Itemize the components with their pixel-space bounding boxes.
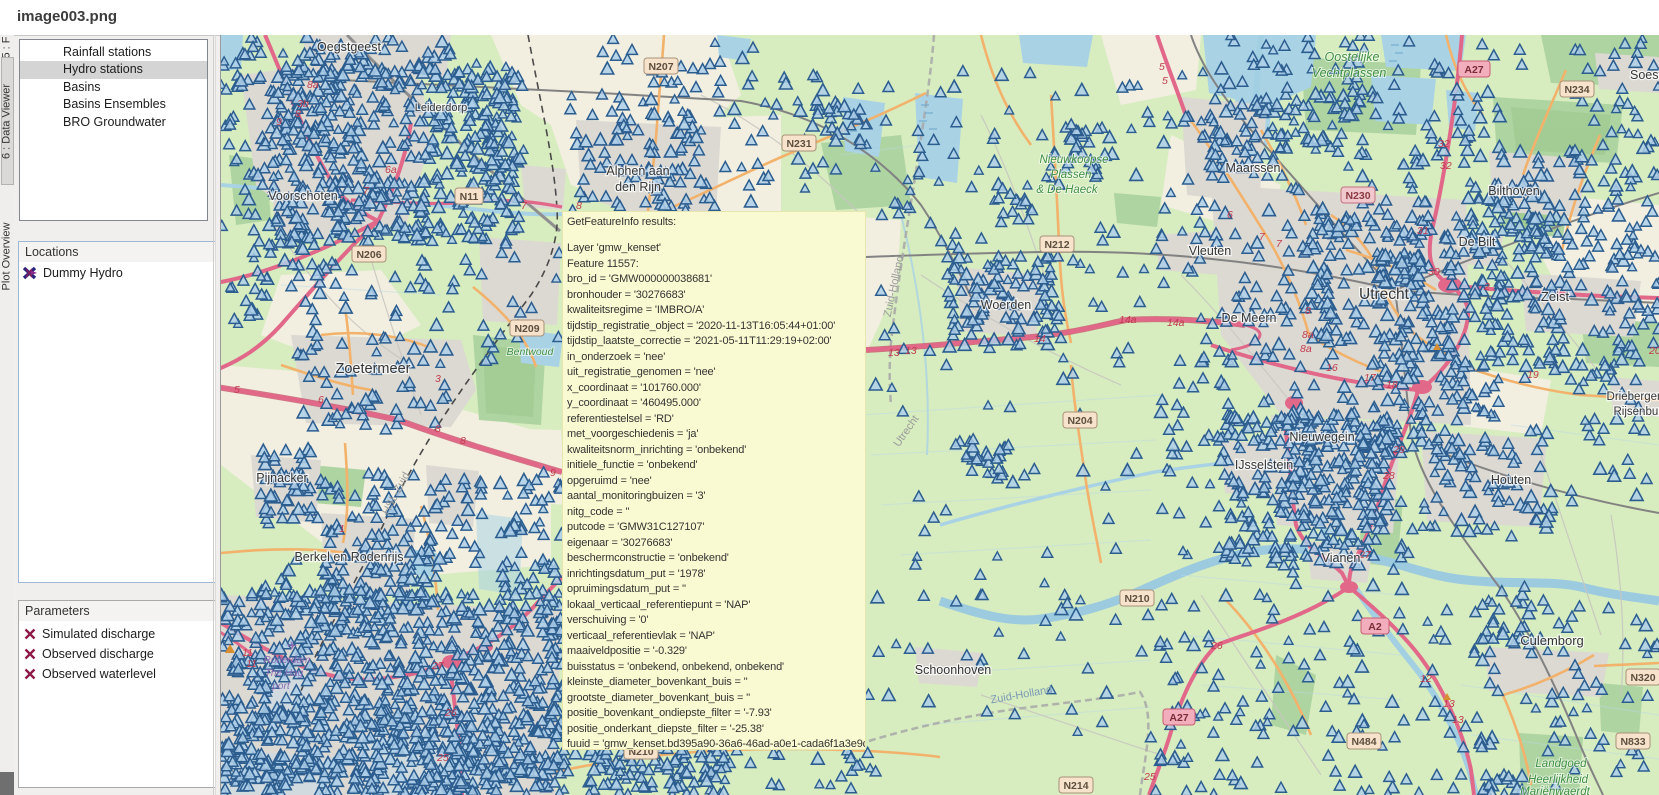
svg-text:6: 6: [1227, 209, 1233, 221]
svg-text:Heerlijkheid: Heerlijkheid: [1528, 774, 1589, 786]
svg-text:Houten: Houten: [1491, 473, 1531, 487]
svg-text:18: 18: [1386, 379, 1398, 391]
svg-text:Vechtplassen: Vechtplassen: [1312, 66, 1387, 80]
svg-text:Utrecht: Utrecht: [1359, 286, 1410, 303]
svg-text:13: 13: [905, 345, 917, 357]
svg-text:16: 16: [1326, 362, 1338, 374]
svg-text:Vleuten: Vleuten: [1189, 244, 1231, 258]
svg-text:32: 32: [1440, 160, 1452, 172]
svg-text:N204: N204: [1067, 415, 1092, 427]
svg-text:Woerden: Woerden: [981, 298, 1032, 312]
svg-text:8: 8: [295, 108, 301, 120]
svg-text:14a: 14a: [1119, 314, 1137, 326]
svg-text:5: 5: [1162, 75, 1168, 87]
svg-text:N230: N230: [1345, 190, 1370, 202]
svg-text:Zoetermeer: Zoetermeer: [336, 361, 411, 377]
svg-text:Rijsenburg: Rijsenburg: [1614, 406, 1659, 418]
svg-text:17: 17: [1364, 372, 1377, 384]
svg-text:1: 1: [339, 523, 345, 535]
svg-text:Nieuwkoopse: Nieuwkoopse: [1039, 154, 1108, 166]
svg-text:IJsselstein: IJsselstein: [1235, 458, 1293, 472]
svg-text:✈: ✈: [287, 639, 297, 653]
svg-text:31: 31: [1417, 225, 1429, 237]
svg-text:A2: A2: [1368, 621, 1382, 633]
svg-text:Alphen aan: Alphen aan: [606, 164, 669, 178]
svg-text:N209: N209: [514, 323, 539, 335]
svg-text:29: 29: [1392, 444, 1405, 456]
svg-text:N234: N234: [1564, 84, 1589, 96]
svg-text:De Bilt: De Bilt: [1459, 235, 1496, 249]
svg-text:N210: N210: [1124, 593, 1149, 605]
svg-text:Culemborg: Culemborg: [1520, 633, 1584, 648]
svg-text:12: 12: [1420, 673, 1432, 685]
svg-text:25: 25: [436, 752, 449, 764]
svg-text:N484: N484: [1351, 736, 1376, 748]
svg-text:Zeist: Zeist: [1541, 289, 1570, 304]
svg-text:N212: N212: [1044, 239, 1069, 251]
svg-text:Leiderdorp: Leiderdorp: [415, 102, 468, 114]
svg-text:Landgoed: Landgoed: [1535, 758, 1587, 770]
svg-text:Rotterdam: Rotterdam: [264, 655, 311, 666]
svg-text:2: 2: [1483, 281, 1490, 293]
svg-text:Pijnacker: Pijnacker: [256, 471, 307, 485]
svg-text:den Rijn: den Rijn: [615, 180, 661, 194]
svg-text:13: 13: [1452, 714, 1464, 726]
svg-text:De Meern: De Meern: [1222, 311, 1277, 325]
svg-text:& De Haeck: & De Haeck: [1036, 184, 1099, 196]
svg-text:A27: A27: [1464, 64, 1483, 76]
svg-text:30: 30: [1428, 266, 1440, 278]
svg-text:14a: 14a: [1167, 317, 1185, 329]
svg-text:Mariënwaerdt: Mariënwaerdt: [1520, 786, 1590, 795]
svg-text:The Hag: The Hag: [265, 668, 304, 679]
svg-text:Nieuwegein: Nieuwegein: [1289, 430, 1354, 444]
svg-text:5: 5: [234, 384, 240, 396]
svg-text:Bentwoud: Bentwoud: [507, 346, 555, 358]
svg-text:Driebergen: Driebergen: [1607, 391, 1659, 403]
svg-text:3: 3: [435, 373, 441, 385]
svg-text:Plassen: Plassen: [1051, 169, 1092, 181]
svg-text:A27: A27: [1169, 712, 1188, 724]
svg-text:5: 5: [1159, 61, 1165, 73]
svg-text:Voorschoten: Voorschoten: [268, 189, 338, 203]
svg-text:Bilthoven: Bilthoven: [1488, 184, 1539, 198]
svg-text:N214: N214: [1063, 780, 1088, 792]
svg-text:27: 27: [431, 660, 445, 672]
svg-text:8: 8: [1305, 305, 1311, 317]
svg-text:port: port: [271, 681, 290, 692]
svg-text:28: 28: [1382, 470, 1395, 482]
svg-text:19: 19: [1527, 369, 1539, 381]
svg-text:13: 13: [888, 347, 900, 359]
svg-text:Soest: Soest: [1630, 68, 1659, 82]
svg-text:Maarssen: Maarssen: [1226, 161, 1281, 175]
svg-text:11: 11: [246, 658, 257, 670]
svg-text:20: 20: [1648, 345, 1659, 357]
svg-text:Berkel en Rodenrijs: Berkel en Rodenrijs: [294, 550, 403, 564]
svg-text:6: 6: [318, 394, 324, 406]
svg-text:N207: N207: [648, 61, 673, 73]
svg-text:Vianen: Vianen: [1322, 551, 1361, 565]
svg-text:26: 26: [444, 707, 457, 719]
svg-text:N206: N206: [356, 249, 381, 261]
svg-text:26: 26: [1210, 640, 1223, 652]
svg-text:9: 9: [550, 467, 556, 479]
svg-text:N320: N320: [1630, 672, 1655, 684]
svg-text:8: 8: [435, 423, 441, 435]
svg-text:8a: 8a: [1300, 343, 1312, 355]
svg-text:Oegstgeest: Oegstgeest: [317, 40, 381, 54]
svg-text:9: 9: [276, 116, 282, 128]
svg-text:8: 8: [460, 435, 466, 447]
svg-text:8a: 8a: [1302, 329, 1314, 341]
svg-text:32: 32: [1438, 138, 1450, 150]
svg-text:N833: N833: [1620, 736, 1645, 748]
svg-text:Schoonhoven: Schoonhoven: [915, 663, 992, 677]
svg-text:25: 25: [1143, 771, 1156, 783]
svg-text:Oostelijke: Oostelijke: [1325, 50, 1380, 64]
svg-text:8a: 8a: [307, 79, 319, 91]
svg-text:14: 14: [1034, 333, 1046, 345]
svg-text:N231: N231: [786, 138, 811, 150]
svg-text:N11: N11: [460, 191, 479, 203]
svg-text:6a: 6a: [385, 164, 397, 176]
